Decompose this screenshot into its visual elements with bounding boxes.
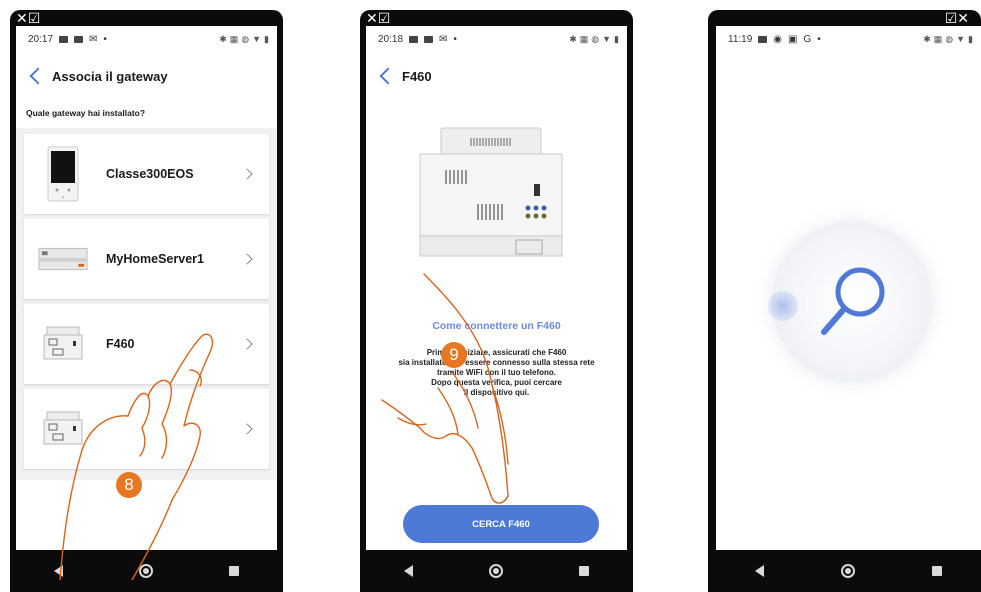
nav-recent-icon[interactable] — [932, 566, 943, 576]
message-icon: ▣ — [788, 33, 798, 45]
bluetooth-icon: ✱ — [569, 33, 577, 44]
wifi-icon: ▼ — [956, 34, 966, 44]
page-title: F460 — [402, 68, 432, 84]
instruction-line: Prima di iniziare, assicurati che F460 — [426, 348, 567, 357]
gateway-item-other[interactable] — [24, 389, 269, 469]
status-dot: • — [103, 33, 107, 45]
google-icon: G — [803, 33, 812, 45]
search-f460-button[interactable]: CERCA F460 — [403, 505, 599, 543]
gateway-label: MyHomeServer1 — [106, 252, 204, 266]
gateway-item-myhomeserver1[interactable]: MyHomeServer1 — [24, 219, 269, 299]
back-chevron-icon[interactable] — [379, 67, 397, 85]
nav-home-icon[interactable] — [840, 564, 855, 578]
gateway-item-f460[interactable]: F460 — [24, 304, 269, 384]
step-badge-9: 9 — [441, 342, 467, 368]
classe300eos-device-image — [38, 146, 88, 202]
pulse-glow — [768, 291, 798, 321]
status-bar: 20:17 ✉ • ✱ ▦ ◍ ▼ ▮ — [16, 26, 277, 52]
vibrate-icon: ◍ — [241, 33, 250, 44]
f460-device-image — [416, 124, 566, 264]
gallery-icon — [74, 35, 84, 43]
instruction-line: il dispositivo qui. — [463, 388, 530, 397]
nav-home-icon[interactable] — [489, 564, 503, 578]
system-status-icons: ✱ ▦ ◍ ▼ ▮ — [923, 34, 973, 45]
mail-icon: ✉ — [89, 33, 98, 45]
myhomeserver1-device-image — [38, 231, 88, 287]
status-time: 20:17 — [28, 33, 54, 45]
notification-icon — [59, 35, 69, 43]
nfc-icon: ▦ — [229, 33, 239, 44]
app-screen: 20:18 ✉ • ✱ ▦ ◍ ▼ ▮ F460 Come connettere… — [366, 26, 627, 550]
phone-screen-searching: ☑✕ 11:19 ◉ ▣ G • ✱ ▦ ◍ ▼ ▮ — [708, 10, 981, 592]
battery-icon: ▮ — [614, 33, 619, 44]
back-chevron-icon[interactable] — [29, 67, 47, 85]
gateway-label: F460 — [106, 337, 135, 351]
notification-icon — [758, 35, 768, 43]
gateway-item-classe300eos[interactable]: Classe300EOS — [24, 134, 269, 214]
instruction-line: sia installato e di essere connesso sull… — [398, 358, 595, 367]
gateway-label: Classe300EOS — [106, 167, 194, 181]
android-nav-bar — [366, 550, 627, 592]
instruction-line: tramite WiFi con il tuo telefono. — [436, 368, 557, 377]
gateway-device-image — [38, 401, 88, 457]
system-status-icons: ✱ ▦ ◍ ▼ ▮ — [569, 34, 619, 45]
status-dot: • — [817, 33, 821, 45]
gallery-icon — [424, 35, 434, 43]
bluetooth-icon: ✱ — [219, 33, 227, 44]
vibrate-icon: ◍ — [945, 33, 954, 44]
chevron-right-icon — [241, 423, 253, 435]
chevron-right-icon — [241, 253, 253, 265]
gateway-question: Quale gateway hai installato? — [26, 108, 146, 118]
instruction-line: Dopo questa verifica, puoi cercare — [431, 378, 562, 387]
app-screen: 20:17 ✉ • ✱ ▦ ◍ ▼ ▮ Associa il gateway Q… — [16, 26, 277, 550]
notification-icon — [409, 35, 419, 43]
nfc-icon: ▦ — [579, 33, 589, 44]
system-status-icons: ✱ ▦ ◍ ▼ ▮ — [219, 34, 269, 45]
status-time: 20:18 — [378, 33, 404, 45]
header: Associa il gateway — [16, 52, 277, 100]
app-screen: 11:19 ◉ ▣ G • ✱ ▦ ◍ ▼ ▮ — [716, 26, 981, 550]
close-screenshot-icons: ✕☑ — [366, 10, 391, 26]
screenshot-close-icons: ☑✕ — [944, 10, 969, 26]
nav-back-icon[interactable] — [404, 565, 413, 577]
vibrate-icon: ◍ — [591, 33, 600, 44]
battery-icon: ▮ — [264, 33, 269, 44]
phone-screen-gateway-list: ✕☑ 20:17 ✉ • ✱ ▦ ◍ ▼ ▮ Associa il gatewa… — [10, 10, 283, 592]
page-title: Associa il gateway — [52, 68, 168, 84]
gateway-list: Classe300EOS MyHomeServer1 F460 — [16, 128, 277, 480]
header: F460 — [366, 52, 627, 100]
f460-device-image — [38, 316, 88, 372]
nav-home-icon[interactable] — [139, 564, 153, 578]
nav-back-icon[interactable] — [54, 565, 63, 577]
close-screenshot-icons: ✕☑ — [16, 10, 41, 26]
nfc-icon: ▦ — [933, 33, 943, 44]
nav-back-icon[interactable] — [754, 565, 764, 577]
chevron-right-icon — [241, 338, 253, 350]
battery-icon: ▮ — [968, 33, 973, 44]
connection-instructions: Prima di iniziare, assicurati che F460 s… — [394, 348, 599, 398]
phone-screen-f460-instructions: ✕☑ 20:18 ✉ • ✱ ▦ ◍ ▼ ▮ F460 Come connett… — [360, 10, 633, 592]
step-badge-8: 8 — [116, 472, 142, 498]
connection-heading: Come connettere un F460 — [432, 320, 561, 332]
status-dot: • — [453, 33, 457, 45]
eye-icon: ◉ — [773, 33, 783, 45]
status-bar: 20:18 ✉ • ✱ ▦ ◍ ▼ ▮ — [366, 26, 627, 52]
nav-recent-icon[interactable] — [579, 566, 589, 576]
wifi-icon: ▼ — [602, 34, 612, 44]
chevron-right-icon — [241, 168, 253, 180]
bluetooth-icon: ✱ — [923, 33, 931, 44]
status-bar: 11:19 ◉ ▣ G • ✱ ▦ ◍ ▼ ▮ — [716, 26, 981, 52]
wifi-icon: ▼ — [252, 34, 262, 44]
status-time: 11:19 — [728, 33, 753, 45]
android-nav-bar — [16, 550, 277, 592]
android-nav-bar — [716, 550, 981, 592]
mail-icon: ✉ — [439, 33, 448, 45]
nav-recent-icon[interactable] — [229, 566, 239, 576]
